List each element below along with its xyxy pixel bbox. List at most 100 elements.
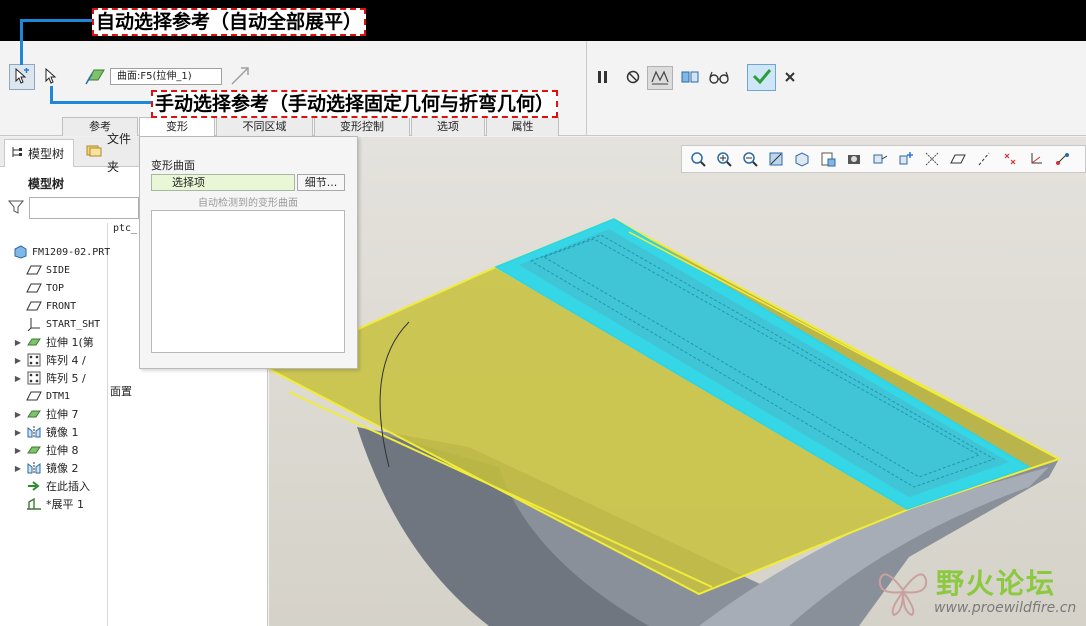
tree-item[interactable]: 在此插入	[10, 477, 90, 495]
tree-item-label: 在此插入	[46, 480, 90, 493]
refit-icon[interactable]	[764, 147, 788, 171]
point-display-icon[interactable]	[998, 147, 1022, 171]
preview-button[interactable]	[647, 66, 673, 90]
deformation-panel: 变形曲面 选择项 细节... 自动检测到的变形曲面	[139, 136, 358, 369]
part-model	[269, 217, 1062, 626]
tree-item[interactable]: FM1209-02.PRT	[10, 243, 110, 261]
tree-icon	[11, 140, 23, 168]
reference-field[interactable]: 曲面:F5(拉伸_1)	[110, 68, 222, 85]
datum-display-icon[interactable]	[920, 147, 944, 171]
csys-display-icon[interactable]	[1024, 147, 1048, 171]
tab-deformation-control[interactable]: 变形控制	[314, 117, 410, 136]
tree-item[interactable]: ▶ 拉伸 7	[10, 405, 79, 423]
tree-expander[interactable]: ▶	[10, 338, 26, 347]
tree-expander[interactable]: ▶	[10, 446, 26, 455]
tree-item-label: 阵列 4 /	[46, 354, 86, 367]
tree-expander[interactable]: ▶	[10, 464, 26, 473]
tree-item-label: DTM1	[46, 390, 71, 402]
filter-row	[7, 197, 139, 219]
watermark-title: 野火论坛	[936, 567, 1057, 600]
tree-item[interactable]: SIDE	[10, 261, 70, 279]
tree-item[interactable]: START_SHT	[10, 315, 100, 333]
checkmark-icon	[752, 67, 772, 88]
saved-views-icon[interactable]	[816, 147, 840, 171]
surface-collector[interactable]: 选择项	[151, 174, 295, 191]
tree-expander[interactable]: ▶	[10, 410, 26, 419]
tree-item[interactable]: DTM1	[10, 387, 70, 405]
auto-select-icon	[13, 67, 31, 88]
deformation-surface-label: 变形曲面	[151, 159, 195, 172]
graphics-window[interactable]	[269, 137, 1086, 626]
part-icon	[12, 245, 28, 259]
tab-regions[interactable]: 不同区域	[216, 117, 313, 136]
tree-item[interactable]: ▶ 拉伸 1(第	[10, 333, 94, 351]
manual-select-icon	[43, 67, 59, 88]
stop-icon	[626, 70, 640, 87]
view-toolbar	[681, 145, 1086, 173]
tree-item[interactable]: ▶ 阵列 4 /	[10, 351, 86, 369]
butterfly-logo	[878, 573, 928, 617]
zoom-out-icon[interactable]	[738, 147, 762, 171]
annotation-display-icon[interactable]	[1050, 147, 1074, 171]
tree-expander[interactable]: ▶	[10, 356, 26, 365]
tree-title: 模型树	[28, 177, 65, 191]
pause-button[interactable]	[590, 66, 616, 90]
pattern-icon	[26, 371, 42, 385]
csys-icon	[26, 317, 42, 331]
tree-item-label: 拉伸 8	[46, 444, 79, 457]
pattern-icon	[26, 353, 42, 367]
close-icon	[784, 71, 796, 86]
zoom-fit-icon[interactable]	[686, 147, 710, 171]
extrude-icon	[26, 335, 42, 349]
ok-button[interactable]	[747, 64, 776, 91]
column-separator	[107, 223, 108, 626]
verify-icon	[680, 68, 700, 89]
tree-item[interactable]: ▶ 镜像 2	[10, 459, 79, 477]
tree-item[interactable]: FRONT	[10, 297, 76, 315]
tree-item-label: START_SHT	[46, 318, 101, 330]
display-style-icon[interactable]	[790, 147, 814, 171]
tree-item[interactable]: ▶ 阵列 5 /	[10, 369, 86, 387]
tree-item[interactable]: ▶ 镜像 1	[10, 423, 79, 441]
tree-item[interactable]: TOP	[10, 279, 64, 297]
tree-expander[interactable]: ▶	[10, 428, 26, 437]
tab-model-tree[interactable]: 模型树	[4, 139, 74, 167]
stop-button[interactable]	[620, 66, 646, 90]
mirror-icon	[26, 461, 42, 475]
spin-center-icon[interactable]	[894, 147, 918, 171]
cancel-button[interactable]	[777, 66, 803, 90]
tree-item-label: FM1209-02.PRT	[32, 246, 111, 258]
perspective-icon[interactable]	[868, 147, 892, 171]
details-button[interactable]: 细节...	[297, 174, 345, 191]
auto-detected-list[interactable]	[151, 210, 345, 353]
tab-folder-browser[interactable]: 文件夹	[82, 132, 140, 174]
plane-display-icon[interactable]	[946, 147, 970, 171]
tree-item-label: TOP	[46, 282, 65, 294]
zoom-in-icon[interactable]	[712, 147, 736, 171]
view-manager-icon[interactable]	[842, 147, 866, 171]
tree-item[interactable]: *展平 1	[10, 495, 84, 513]
axis-display-icon[interactable]	[972, 147, 996, 171]
expand-arrow-button[interactable]	[227, 64, 253, 90]
tree-expander[interactable]: ▶	[10, 374, 26, 383]
tab-options[interactable]: 选项	[411, 117, 485, 136]
surface-button[interactable]	[82, 64, 108, 90]
watermark-url: www.proewildfire.cn	[934, 600, 1077, 616]
tab-deformation[interactable]: 变形	[139, 117, 215, 136]
glasses-button[interactable]	[706, 66, 732, 90]
preview-icon	[650, 68, 670, 89]
tree-item-label: 镜像 1	[46, 426, 79, 439]
tree-item[interactable]: ▶ 拉伸 8	[10, 441, 79, 459]
mirror-icon	[26, 425, 42, 439]
manual-connector-horizontal	[50, 101, 152, 104]
pause-icon	[596, 70, 610, 87]
tab-properties[interactable]: 属性	[486, 117, 559, 136]
filter-icon[interactable]	[7, 199, 25, 218]
verify-button[interactable]	[677, 66, 703, 90]
auto-select-button[interactable]	[9, 64, 35, 90]
watermark: 野火论坛 www.proewildfire.cn	[874, 560, 1086, 622]
tree-item-label: 镜像 2	[46, 462, 79, 475]
datum-plane-icon	[26, 263, 42, 277]
filter-input[interactable]	[29, 197, 139, 219]
surface-icon	[84, 66, 106, 89]
